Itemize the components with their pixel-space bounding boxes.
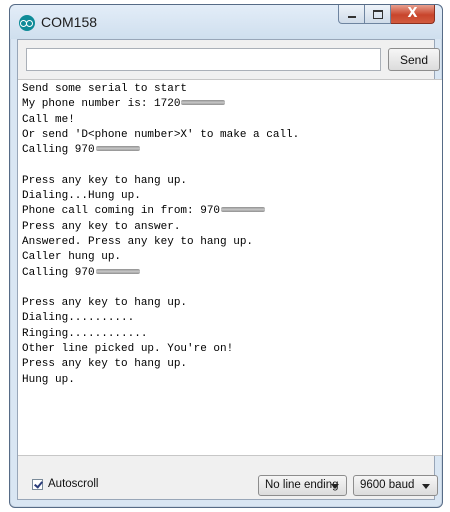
checkbox-checked-icon[interactable]: [32, 478, 43, 490]
title-bar[interactable]: COM158 X: [10, 5, 442, 39]
output-line-text: Dialing...Hung up.: [22, 190, 141, 203]
redaction-mark: [221, 207, 266, 213]
output-line: Press any key to hang up.: [22, 174, 442, 189]
line-ending-value: No line ending: [265, 479, 339, 491]
window-title: COM158: [41, 14, 98, 30]
serial-output[interactable]: Send some serial to start My phone number…: [18, 79, 442, 456]
redaction-mark: [95, 268, 140, 274]
output-line: Ringing............: [22, 327, 442, 342]
baud-rate-value: 9600 baud: [360, 479, 415, 491]
arduino-icon: [19, 15, 35, 31]
output-line-text: Press any key to answer.: [22, 220, 181, 233]
output-line-text: My phone number is: 1720: [22, 98, 181, 111]
output-line-text: Caller hung up.: [22, 251, 122, 264]
output-line: Press any key to hang up.: [22, 296, 442, 311]
output-line-text: Send some serial to start: [22, 83, 188, 95]
output-line: Dialing...Hung up.: [22, 189, 442, 204]
output-line: Calling 970: [22, 266, 442, 281]
output-line-text: Hung up.: [22, 373, 75, 386]
line-ending-select[interactable]: No line ending: [258, 475, 347, 496]
output-line: Press any key to answer.: [22, 220, 442, 235]
caption-buttons: X: [338, 5, 435, 25]
serial-monitor-body: Send Send some serial to start My phone n…: [17, 39, 442, 500]
bottom-bar: Autoscroll No line ending 9600 baud: [18, 472, 438, 498]
output-line: Hung up.: [22, 373, 442, 388]
output-line-text: Calling 970: [22, 266, 95, 279]
output-line-text: Ringing............: [22, 327, 148, 340]
output-line: Other line picked up. You're on!: [22, 342, 442, 357]
output-line-text: Or send 'D<phone number>X' to make a cal…: [22, 128, 300, 141]
output-line-text: Answered. Press any key to hang up.: [22, 235, 254, 248]
output-line: Call me!: [22, 113, 442, 128]
minimize-button[interactable]: [338, 5, 365, 24]
output-line: Press any key to hang up.: [22, 357, 442, 372]
output-line: Calling 970: [22, 143, 442, 158]
maximize-button[interactable]: [365, 5, 391, 24]
serial-monitor-window: COM158 X Send Send some serial to start M…: [9, 4, 443, 508]
output-line: Caller hung up.: [22, 250, 442, 265]
send-row: Send: [26, 48, 440, 71]
output-line: My phone number is: 1720: [22, 97, 442, 112]
output-line-text: Other line picked up. You're on!: [22, 343, 234, 356]
output-line: Or send 'D<phone number>X' to make a cal…: [22, 128, 442, 143]
baud-rate-select[interactable]: 9600 baud: [353, 475, 438, 496]
redaction-mark: [181, 100, 226, 106]
output-line: Answered. Press any key to hang up.: [22, 235, 442, 250]
close-button[interactable]: X: [391, 5, 435, 24]
dropdown-arrow-icon: [422, 484, 430, 489]
send-button[interactable]: Send: [388, 48, 440, 71]
output-line-text: Dialing..........: [22, 312, 135, 325]
output-line-text: Phone call coming in from: 970: [22, 205, 221, 218]
output-line: Send some serial to start: [22, 82, 442, 97]
redaction-mark: [95, 146, 140, 152]
output-line: Dialing..........: [22, 311, 442, 326]
output-line-text: Press any key to hang up.: [22, 358, 188, 371]
send-input[interactable]: [26, 48, 381, 71]
output-line-text: Calling 970: [22, 144, 95, 157]
output-line: Phone call coming in from: 970: [22, 204, 442, 219]
close-icon: X: [407, 6, 418, 21]
autoscroll-toggle[interactable]: Autoscroll: [32, 478, 99, 490]
dropdown-arrow-icon: [331, 484, 339, 489]
output-line-text: Press any key to hang up.: [22, 297, 188, 310]
output-line-text: Press any key to hang up.: [22, 174, 188, 187]
output-line-text: Call me!: [22, 113, 75, 126]
autoscroll-label: Autoscroll: [48, 478, 99, 490]
